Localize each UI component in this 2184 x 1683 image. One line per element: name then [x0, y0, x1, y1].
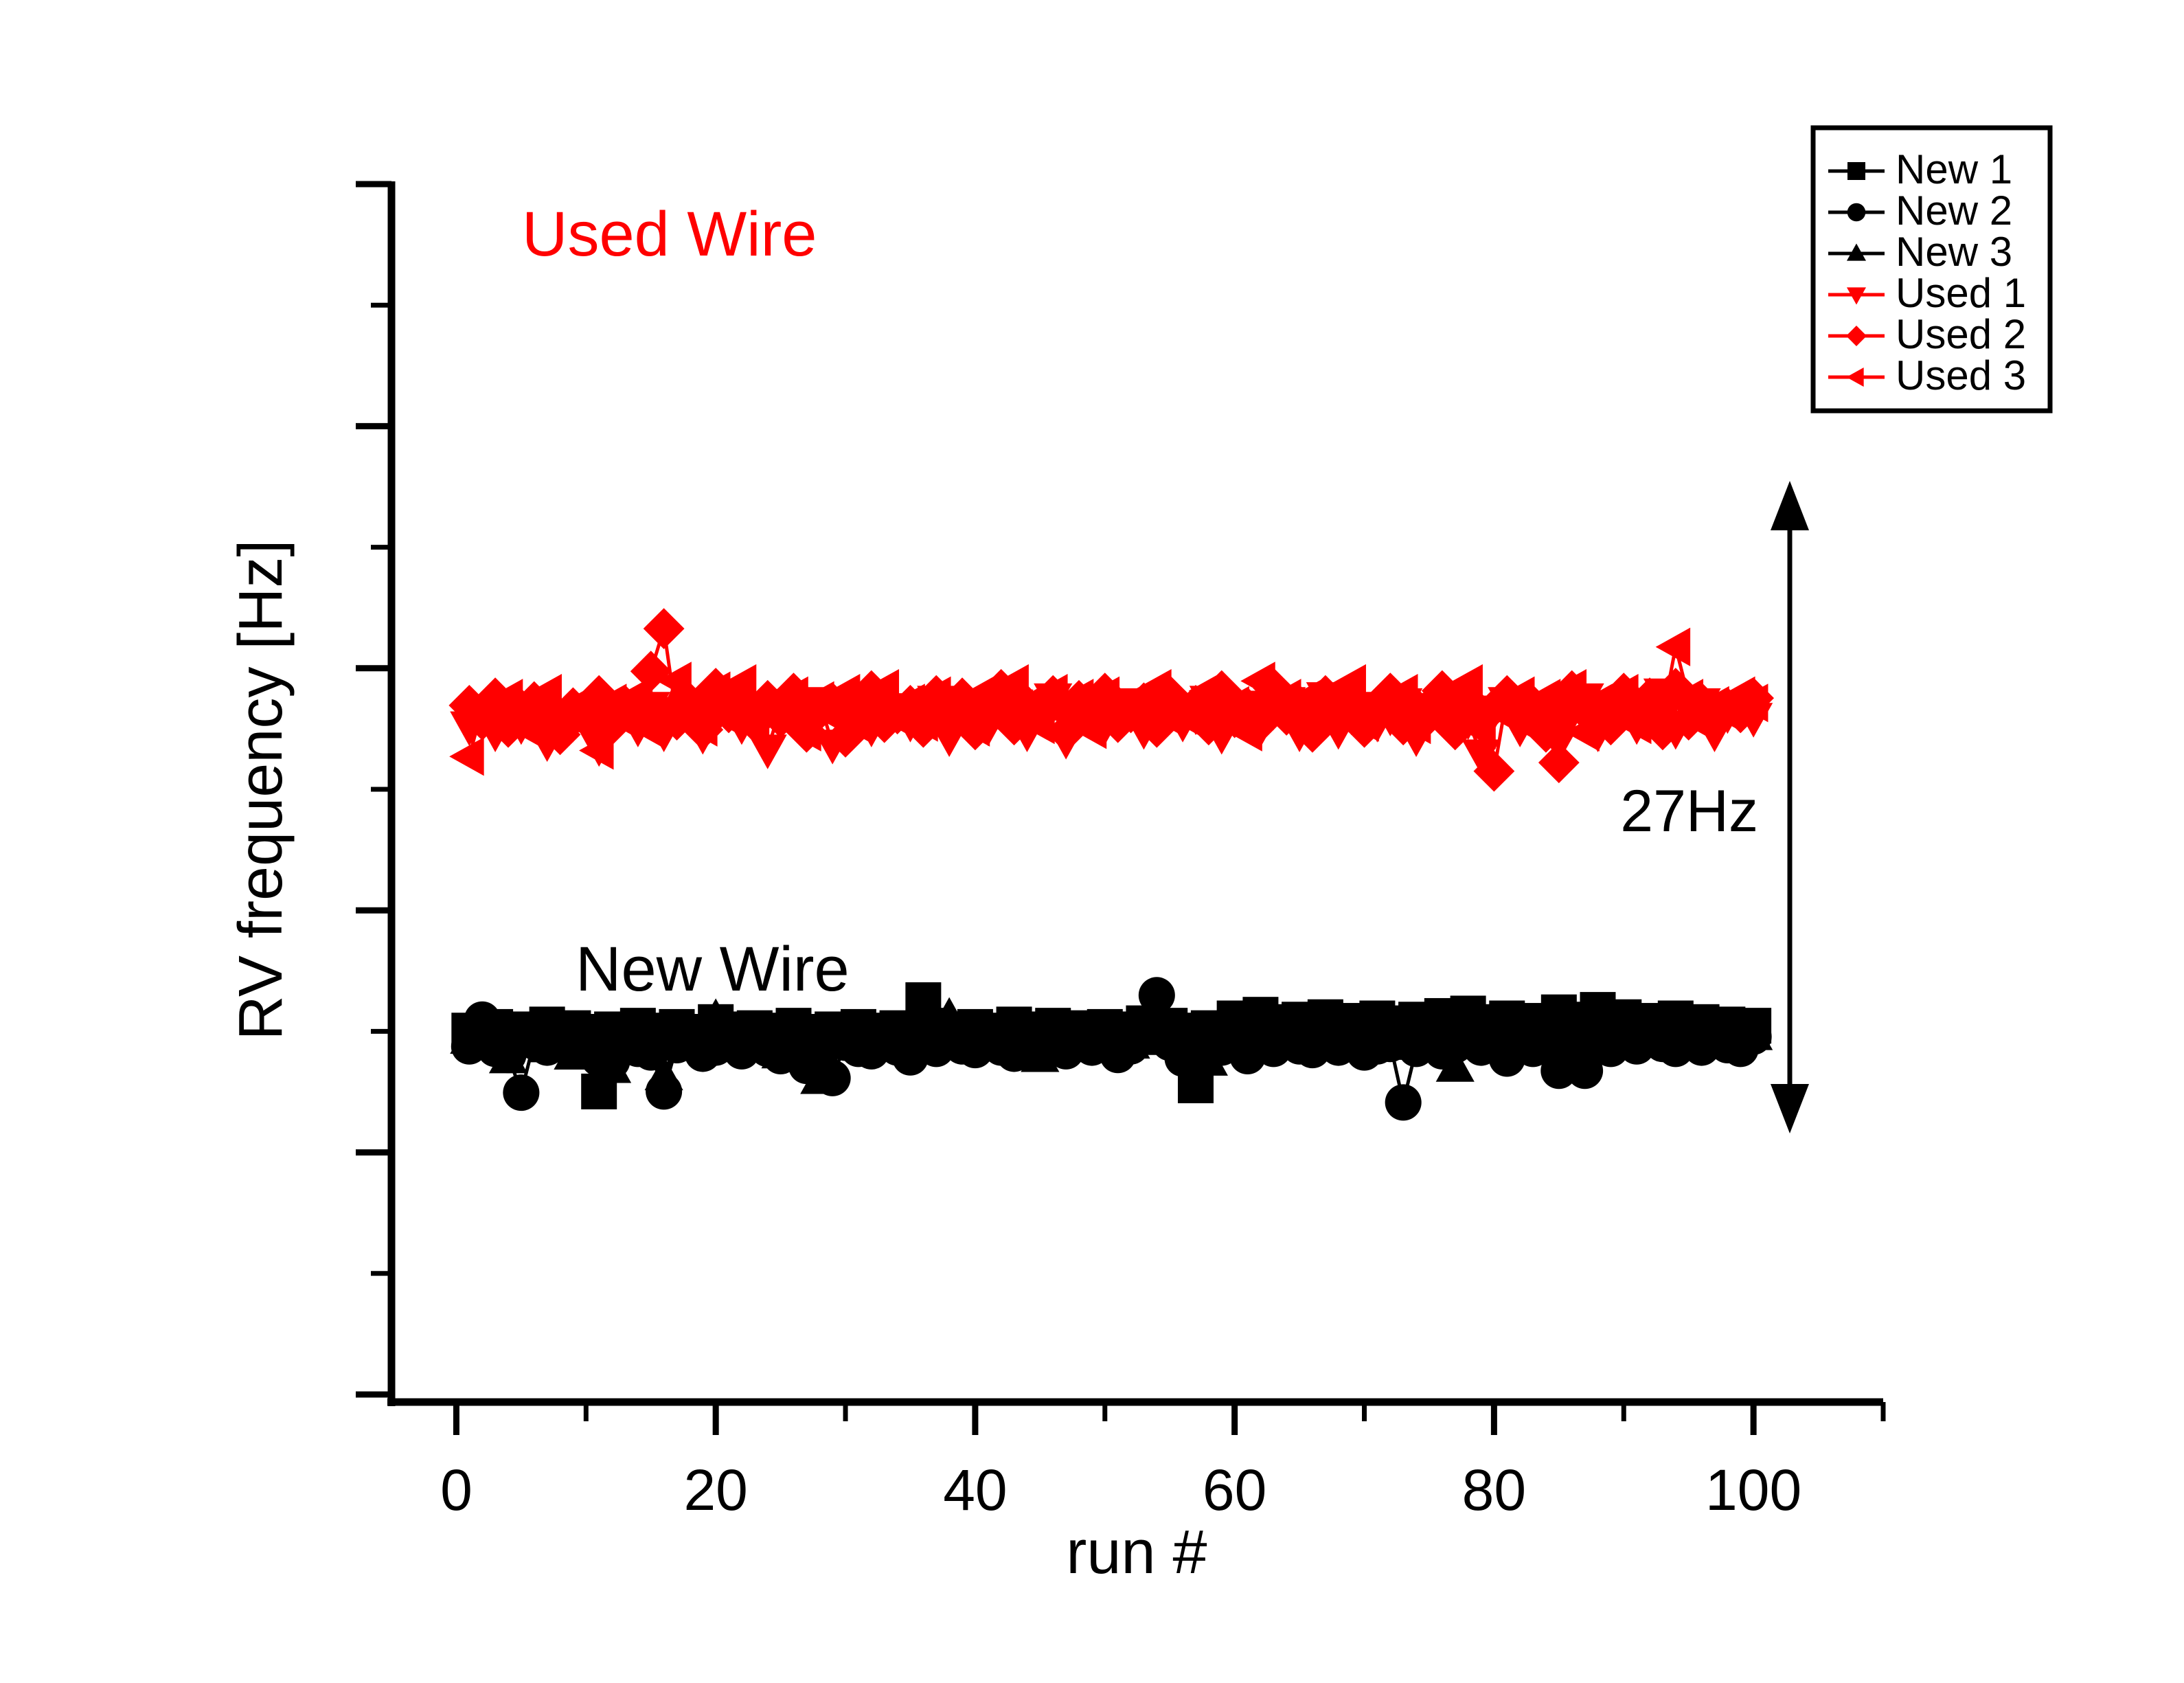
legend-label: Used 1 [1896, 270, 2026, 316]
gap-arrow [1771, 481, 1809, 1133]
legend-marker-square-icon [1847, 162, 1865, 180]
rv-frequency-chart: 0 20 40 60 80 100 run # RV frequency [Hz] Use… [227, 125, 2053, 1587]
gap-label-27hz: 27Hz [1620, 778, 1758, 844]
y-axis-title: RV frequency [Hz] [227, 540, 295, 1041]
legend-label: Used 3 [1896, 352, 2026, 398]
data-point [643, 608, 685, 650]
x-tick-label: 0 [440, 1458, 473, 1522]
data-point [449, 737, 484, 776]
x-tick-label: 100 [1705, 1458, 1801, 1522]
new-wire-annotation: New Wire [576, 934, 850, 1004]
legend-label: Used 2 [1896, 311, 2026, 357]
gap-arrow-head-down [1771, 1084, 1809, 1133]
x-tick-label: 20 [683, 1458, 747, 1522]
x-tick-label: 60 [1203, 1458, 1266, 1522]
gap-arrow-head-up [1771, 481, 1809, 530]
legend-label: New 1 [1896, 146, 2012, 192]
x-tick-label: 80 [1462, 1458, 1526, 1522]
legend-marker-circle-icon [1847, 203, 1866, 222]
legend-label: New 3 [1896, 229, 2012, 275]
legend: New 1New 2New 3Used 1Used 2Used 3 [1810, 125, 2053, 414]
x-axis-title: run # [1066, 1518, 1207, 1587]
data-point [1138, 977, 1175, 1014]
data-point [503, 1074, 540, 1111]
data-point [1385, 1084, 1422, 1121]
axes-layer: 0 20 40 60 80 100 [356, 181, 1886, 1522]
used-wire-annotation: Used Wire [522, 199, 817, 269]
legend-label: New 2 [1896, 188, 2012, 234]
series-layer [448, 608, 1775, 1121]
x-tick-label: 40 [943, 1458, 1007, 1522]
figure-root: 0 20 40 60 80 100 run # RV frequency [Hz] Use… [0, 0, 2184, 1683]
